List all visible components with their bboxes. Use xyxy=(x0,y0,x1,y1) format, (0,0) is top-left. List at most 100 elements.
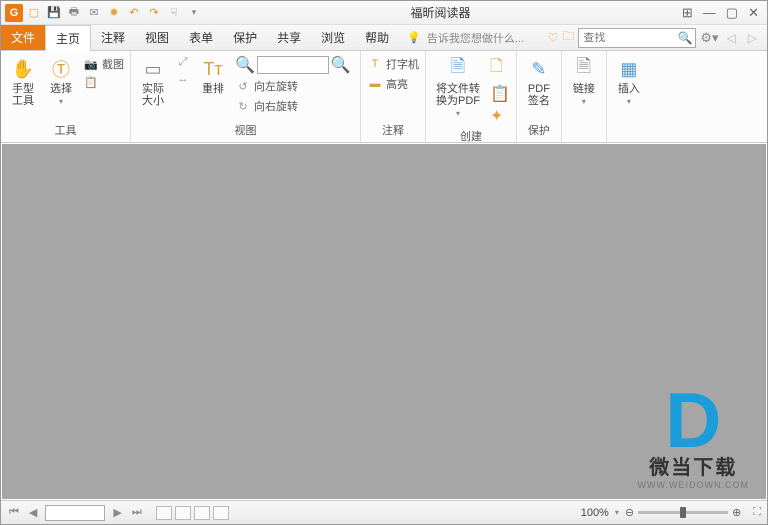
tab-annot[interactable]: 注释 xyxy=(91,25,135,50)
actual-size-button[interactable]: ▭ 实际 大小 xyxy=(137,55,169,109)
zoom-out-icon[interactable]: 🔍 xyxy=(235,55,255,75)
zoom-in-icon[interactable]: 🔍 xyxy=(331,55,351,75)
group-view-label: 视图 xyxy=(137,120,354,140)
link-icon: 🗎 xyxy=(572,57,596,81)
from-scan-icon[interactable]: ✦ xyxy=(490,106,510,126)
tab-view[interactable]: 视图 xyxy=(135,25,179,50)
zoom-value-input[interactable] xyxy=(257,56,329,74)
last-page-icon[interactable]: ⏭ xyxy=(130,506,144,519)
undo-icon[interactable]: ↶ xyxy=(125,4,143,22)
next-arrow-icon[interactable]: ▷ xyxy=(744,31,761,45)
app-title: 福昕阅读器 xyxy=(207,4,674,21)
statusbar: ⏮ ◀ ▶ ⏭ 100% ▾ ⊖ ⊕ ⛶ xyxy=(1,500,767,524)
rotr-icon: ↻ xyxy=(235,100,251,113)
group-tools: ✋ 手型 工具 Ⓣ 选择 ▾ 📷截图 📋 工具 xyxy=(1,51,131,142)
page-number-input[interactable] xyxy=(45,505,105,521)
tab-home[interactable]: 主页 xyxy=(45,25,91,51)
prev-page-icon[interactable]: ◀ xyxy=(27,506,39,519)
convert-to-pdf-button[interactable]: 🗎 将文件转 换为PDF ▾ xyxy=(432,55,484,120)
zoom-minus-icon[interactable]: ⊖ xyxy=(625,506,634,519)
view-contfacing-icon[interactable] xyxy=(213,506,229,520)
search-icon[interactable]: 🔍 xyxy=(675,31,695,45)
zoom-slider[interactable]: ⊖ ⊕ xyxy=(625,506,741,519)
ribbon: ✋ 手型 工具 Ⓣ 选择 ▾ 📷截图 📋 工具 ▭ 实际 大小 ⤢ ↔ xyxy=(1,51,767,143)
link-button[interactable]: 🗎 链接 ▾ xyxy=(568,55,600,108)
app-logo-icon: G xyxy=(5,4,23,22)
rotl-icon: ↺ xyxy=(235,80,251,93)
highlight-icon: ▬ xyxy=(367,78,383,90)
chevron-down-icon[interactable]: ▾ xyxy=(615,508,619,517)
group-annot: T打字机 ▬高亮 注释 xyxy=(361,51,426,142)
hand-tool-button[interactable]: ✋ 手型 工具 xyxy=(7,55,39,109)
fit-width-button[interactable]: ↔ xyxy=(175,72,191,86)
search-input[interactable] xyxy=(579,32,675,44)
zoom-combo[interactable]: 🔍 🔍 xyxy=(235,55,351,75)
tab-help[interactable]: 帮助 xyxy=(355,25,399,50)
rotate-right-button[interactable]: ↻向右旋转 xyxy=(235,97,351,115)
group-link: 🗎 链接 ▾ xyxy=(562,51,607,142)
select-icon: Ⓣ xyxy=(49,57,73,81)
chevron-down-icon: ▾ xyxy=(59,97,63,106)
ribbon-toggle-icon[interactable]: ⊞ xyxy=(682,5,693,21)
select-tool-button[interactable]: Ⓣ 选择 ▾ xyxy=(45,55,77,108)
zoom-percent[interactable]: 100% xyxy=(581,507,609,519)
group-insert: ▦ 插入 ▾ xyxy=(607,51,651,142)
typewriter-button[interactable]: T打字机 xyxy=(367,55,419,73)
minimize-icon[interactable]: ― xyxy=(703,5,716,21)
chevron-down-icon: ▾ xyxy=(456,109,460,118)
group-tools-label: 工具 xyxy=(7,120,124,140)
heart-icon[interactable]: ♡ xyxy=(548,31,559,45)
bulb-icon: 💡 xyxy=(407,31,421,44)
fullscreen-icon[interactable]: ⛶ xyxy=(747,506,761,519)
redo-icon[interactable]: ↷ xyxy=(145,4,163,22)
first-page-icon[interactable]: ⏮ xyxy=(7,506,21,519)
tab-protect[interactable]: 保护 xyxy=(223,25,267,50)
from-clip-icon[interactable]: 📋 xyxy=(490,84,510,104)
reflow-button[interactable]: Tᴛ 重排 xyxy=(197,55,229,97)
new-icon[interactable]: ✸ xyxy=(105,4,123,22)
folder-search-icon[interactable]: 🗀 xyxy=(562,27,574,48)
tell-me-hint[interactable]: 💡 告诉我您想做什么... xyxy=(399,25,541,50)
group-view: ▭ 实际 大小 ⤢ ↔ Tᴛ 重排 🔍 🔍 ↺向左旋转 ↻向右旋转 视 xyxy=(131,51,361,142)
fitw-icon: ↔ xyxy=(175,73,191,85)
search-box[interactable]: 🔍 xyxy=(578,28,696,48)
fit-page-button[interactable]: ⤢ xyxy=(175,55,191,70)
rotate-left-button[interactable]: ↺向左旋转 xyxy=(235,77,351,95)
view-facing-icon[interactable] xyxy=(194,506,210,520)
tab-form[interactable]: 表单 xyxy=(179,25,223,50)
zoom-plus-icon[interactable]: ⊕ xyxy=(732,506,741,519)
print-icon[interactable]: 🖶 xyxy=(65,4,83,22)
prev-arrow-icon[interactable]: ◁ xyxy=(723,31,740,45)
tab-share[interactable]: 共享 xyxy=(267,25,311,50)
clipboard-button[interactable]: 📋 xyxy=(83,75,124,90)
group-protect: ✎ PDF 签名 保护 xyxy=(517,51,562,142)
pdf-sign-button[interactable]: ✎ PDF 签名 xyxy=(523,55,555,109)
tab-file[interactable]: 文件 xyxy=(1,25,45,50)
view-single-icon[interactable] xyxy=(156,506,172,520)
open-icon[interactable]: ▢ xyxy=(25,4,43,22)
hand-icon: ✋ xyxy=(11,57,35,81)
gear-icon[interactable]: ⚙▾ xyxy=(700,30,718,46)
view-continuous-icon[interactable] xyxy=(175,506,191,520)
ribbon-tabs: 文件 主页 注释 视图 表单 保护 共享 浏览 帮助 💡 告诉我您想做什么...… xyxy=(1,25,767,51)
reflow-icon: Tᴛ xyxy=(201,57,225,81)
next-page-icon[interactable]: ▶ xyxy=(111,506,123,519)
insert-button[interactable]: ▦ 插入 ▾ xyxy=(613,55,645,108)
cursor-icon[interactable]: ☟ xyxy=(165,4,183,22)
group-protect-label: 保护 xyxy=(523,120,555,140)
zoom-track[interactable] xyxy=(638,511,728,514)
tab-browse[interactable]: 浏览 xyxy=(311,25,355,50)
blank-pdf-icon[interactable]: 🗋 xyxy=(490,55,510,82)
maximize-icon[interactable]: ▢ xyxy=(726,5,738,21)
close-icon[interactable]: ✕ xyxy=(748,5,759,21)
zoom-thumb[interactable] xyxy=(680,507,686,518)
save-icon[interactable]: 💾 xyxy=(45,4,63,22)
highlight-button[interactable]: ▬高亮 xyxy=(367,75,419,93)
email-icon[interactable]: ✉ xyxy=(85,4,103,22)
qat-dropdown-icon[interactable]: ▾ xyxy=(185,4,203,22)
document-canvas[interactable] xyxy=(2,144,766,499)
tell-me-text: 告诉我您想做什么... xyxy=(427,30,524,46)
chevron-down-icon: ▾ xyxy=(582,97,586,106)
group-create: 🗎 将文件转 换为PDF ▾ 🗋 📋 ✦ 创建 xyxy=(426,51,517,142)
screenshot-button[interactable]: 📷截图 xyxy=(83,55,124,73)
